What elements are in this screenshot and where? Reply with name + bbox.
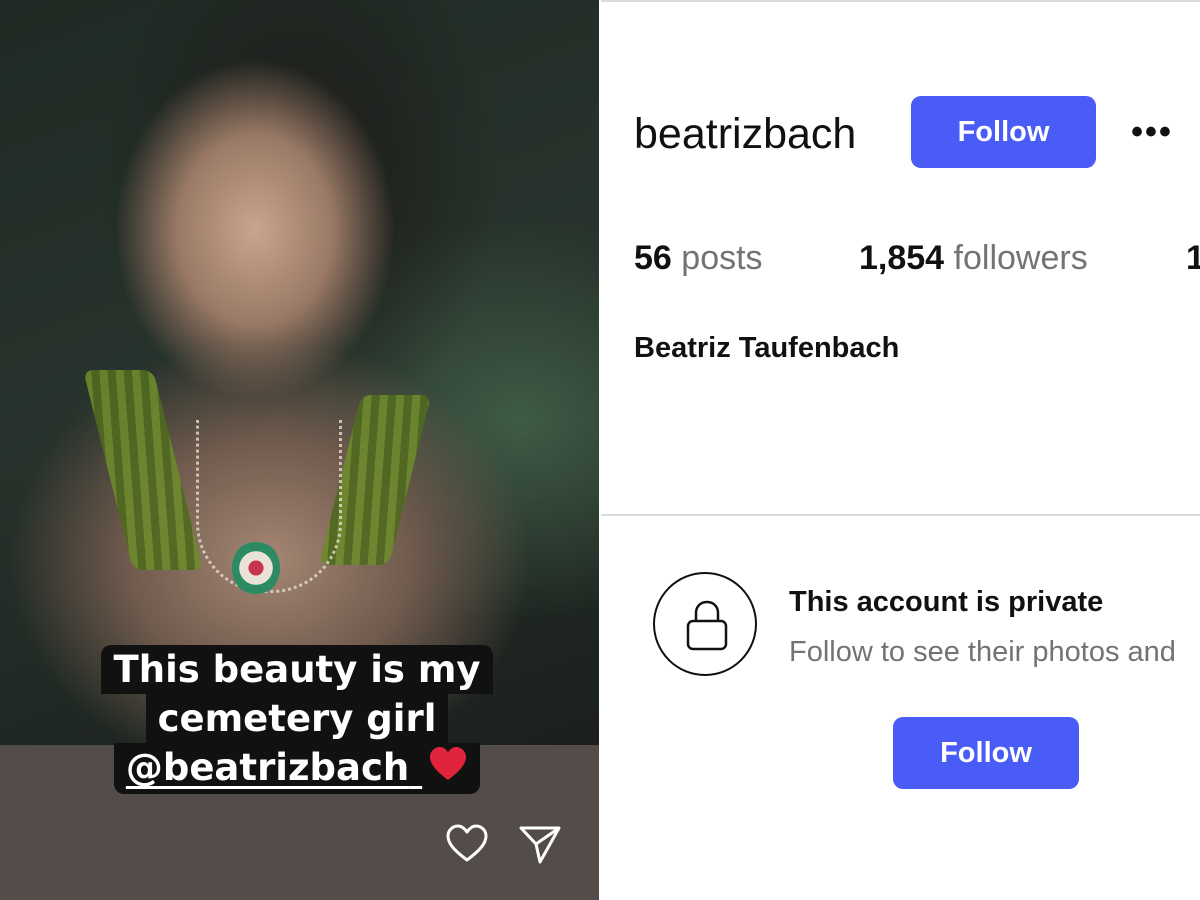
heart-outline-icon — [446, 824, 488, 862]
posts-label: posts — [681, 239, 763, 277]
more-options-button[interactable]: ••• — [1127, 112, 1177, 152]
profile-panel: beatrizbach Follow ••• 56 posts 1,854 fo… — [601, 0, 1200, 900]
dress-strap-left — [83, 370, 203, 570]
mention-text: @beatrizbach — [125, 746, 410, 789]
stat-posts: 56 posts — [634, 236, 763, 280]
followers-count: 1,854 — [859, 239, 945, 277]
mention-link[interactable]: @beatrizbach — [126, 746, 422, 789]
follow-button-private[interactable]: Follow — [893, 717, 1079, 789]
profile-username: beatrizbach — [634, 110, 857, 158]
caption-line-3: @beatrizbach — [113, 743, 481, 794]
paper-plane-icon — [519, 826, 561, 864]
private-title: This account is private — [789, 586, 1104, 618]
private-subtitle: Follow to see their photos and — [789, 636, 1176, 668]
top-border — [601, 0, 1200, 2]
story-panel: This beauty is my cemetery girl @beatriz… — [0, 0, 600, 900]
following-count: 1 — [1186, 239, 1200, 277]
posts-count: 56 — [634, 239, 672, 277]
stat-following[interactable]: 1 — [1186, 236, 1200, 280]
private-lock-badge — [653, 572, 757, 676]
stat-followers[interactable]: 1,854 followers — [859, 236, 1088, 280]
like-button[interactable] — [445, 824, 489, 864]
followers-label: followers — [953, 239, 1088, 277]
caption-line-1: This beauty is my — [101, 645, 493, 694]
share-button[interactable] — [518, 824, 562, 864]
profile-full-name: Beatriz Taufenbach — [634, 332, 900, 364]
more-dots-icon: ••• — [1131, 112, 1173, 151]
caption-line-2: cemetery girl — [145, 694, 449, 743]
section-divider — [601, 514, 1200, 516]
necklace-pendant — [232, 540, 280, 596]
story-photo — [0, 0, 600, 745]
lock-icon — [686, 600, 728, 651]
story-caption: This beauty is my cemetery girl @beatriz… — [0, 645, 594, 794]
red-heart-emoji-icon — [428, 745, 468, 794]
follow-button[interactable]: Follow — [911, 96, 1096, 168]
